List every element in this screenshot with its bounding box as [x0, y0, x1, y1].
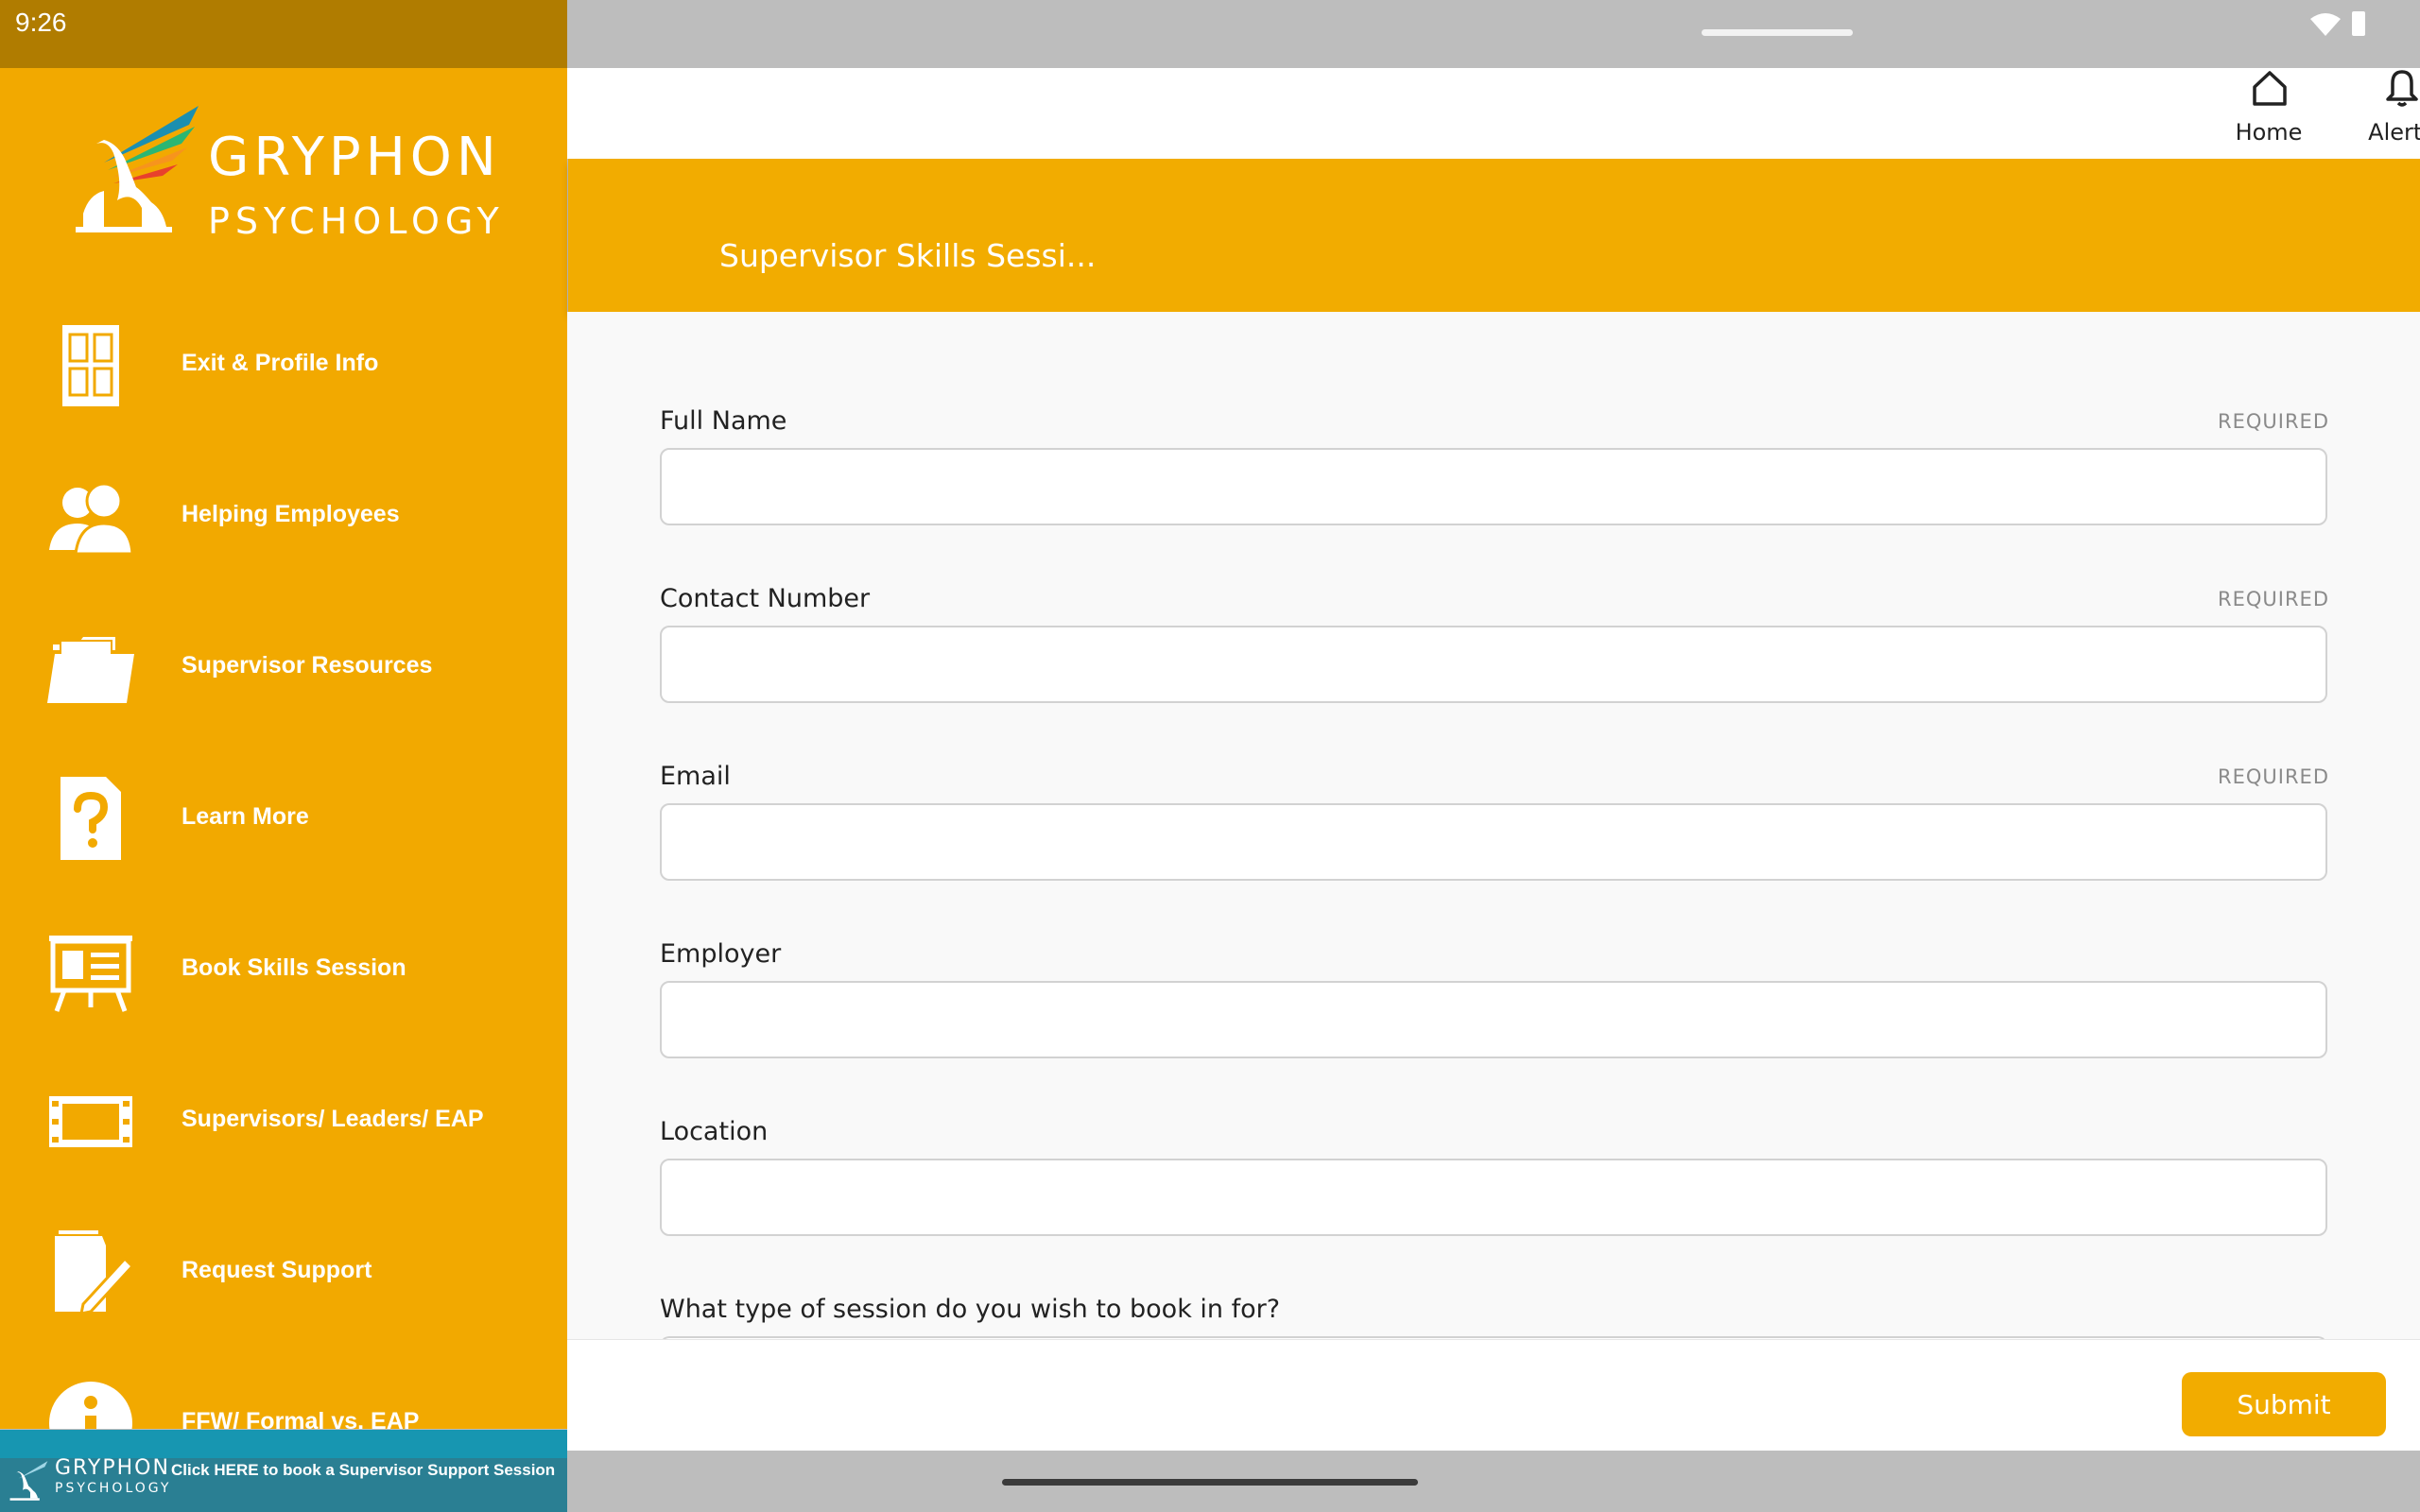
gryphon-emblem-icon: [76, 106, 199, 232]
home-label: Home: [2235, 119, 2303, 146]
sidebar-item-supervisors-leaders-eap[interactable]: Supervisors/ Leaders/ EAP: [0, 1036, 567, 1187]
notebook-pen-icon: [55, 1230, 135, 1315]
employer-label: Employer: [660, 939, 782, 969]
window-drag-handle[interactable]: [1702, 29, 1853, 36]
logo-text-gryphon: GRYPHON: [208, 127, 501, 188]
door-icon: [62, 325, 119, 406]
book-support-banner[interactable]: GRYPHON PSYCHOLOGY Click HERE to book a …: [0, 1430, 567, 1512]
sidebar-item-label: Supervisors/ Leaders/ EAP: [182, 1106, 484, 1132]
banner-logo-gryphon: GRYPHON: [55, 1456, 170, 1480]
form-footer: Submit: [567, 1339, 2420, 1452]
email-label: Email: [660, 762, 731, 791]
top-app-bar: Home Alerts: [567, 68, 2420, 159]
full-name-input[interactable]: [660, 448, 2327, 525]
info-icon: [49, 1382, 132, 1429]
sidebar-item-request-support[interactable]: Request Support: [0, 1187, 567, 1338]
film-strip-icon: [49, 1096, 132, 1147]
session-type-label: What type of session do you wish to book…: [660, 1295, 1281, 1324]
banner-logo-psychology: PSYCHOLOGY: [55, 1481, 172, 1496]
email-required: REQUIRED: [2218, 765, 2329, 788]
system-navigation-bar: [567, 1451, 2420, 1512]
alerts-label: Alerts: [2368, 119, 2420, 146]
sidebar-item-supervisor-resources[interactable]: Supervisor Resources: [0, 582, 567, 733]
sidebar-item-book-skills-session[interactable]: Book Skills Session: [0, 885, 567, 1036]
submit-button[interactable]: Submit: [2182, 1372, 2386, 1436]
sidebar-item-label: Request Support: [182, 1257, 372, 1283]
sidebar-item-exit-profile[interactable]: Exit & Profile Info: [0, 280, 567, 431]
page-header: Supervisor Skills Sessi...: [568, 159, 2420, 312]
location-input[interactable]: [660, 1159, 2327, 1236]
sidebar-item-ffw-formal-eap[interactable]: FFW/ Formal vs. EAP: [0, 1338, 567, 1429]
sidebar: GRYPHON PSYCHOLOGY Exit & Profile Info H…: [0, 68, 567, 1429]
contact-number-input[interactable]: [660, 626, 2327, 703]
bell-icon: [2386, 70, 2418, 107]
sidebar-item-label: FFW/ Formal vs. EAP: [182, 1408, 420, 1429]
sidebar-item-label: Helping Employees: [182, 501, 400, 527]
folder-icon: [47, 637, 134, 703]
gryphon-logo: GRYPHON PSYCHOLOGY: [76, 96, 510, 242]
sidebar-item-label: Book Skills Session: [182, 954, 406, 981]
sidebar-item-label: Exit & Profile Info: [182, 350, 379, 376]
location-label: Location: [660, 1117, 769, 1146]
sidebar-item-learn-more[interactable]: Learn More: [0, 733, 567, 885]
banner-top-band: [0, 1430, 567, 1458]
battery-icon: [2352, 11, 2365, 36]
page-title: Supervisor Skills Sessi...: [719, 237, 1097, 274]
presentation-board-icon: [49, 936, 132, 1012]
home-icon: [2253, 71, 2287, 106]
booking-form: Full Name REQUIRED Contact Number REQUIR…: [567, 312, 2420, 1339]
full-name-label: Full Name: [660, 406, 787, 436]
logo-text-psychology: PSYCHOLOGY: [208, 200, 505, 242]
sidebar-item-label: Supervisor Resources: [182, 652, 433, 679]
home-button[interactable]: Home: [2212, 68, 2325, 159]
alerts-button[interactable]: Alerts: [2344, 68, 2420, 159]
gryphon-emblem-small-icon: [9, 1461, 48, 1501]
wifi-icon: [2310, 13, 2341, 36]
home-gesture-handle[interactable]: [1002, 1479, 1418, 1486]
status-bar-right: [567, 0, 2420, 68]
contact-number-label: Contact Number: [660, 584, 871, 613]
sidebar-item-label: Learn More: [182, 803, 309, 830]
status-bar-left: 9:26: [0, 0, 567, 68]
people-icon: [49, 482, 134, 556]
status-time: 9:26: [15, 8, 67, 37]
sidebar-item-helping-employees[interactable]: Helping Employees: [0, 431, 567, 582]
email-input[interactable]: [660, 803, 2327, 881]
banner-text: Click HERE to book a Supervisor Support …: [171, 1461, 556, 1479]
question-doc-icon: [60, 777, 121, 860]
contact-number-required: REQUIRED: [2218, 588, 2329, 610]
employer-input[interactable]: [660, 981, 2327, 1058]
full-name-required: REQUIRED: [2218, 410, 2329, 433]
